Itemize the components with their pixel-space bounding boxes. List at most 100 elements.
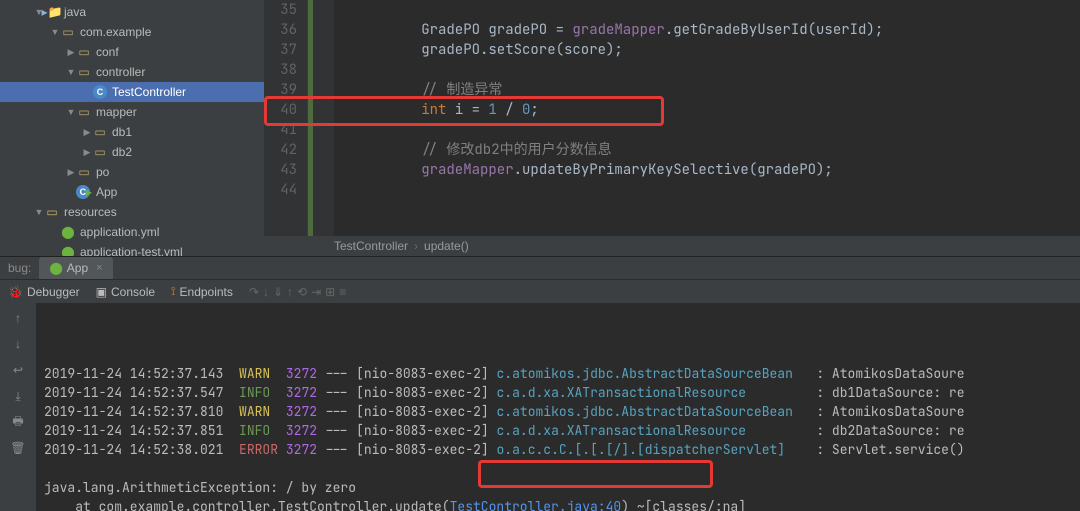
console-stack-frame: at com.example.controller.TestController… <box>44 497 1072 511</box>
folder-res-icon: ▭ <box>44 205 60 219</box>
folder-icon: ▸📁 <box>44 5 60 19</box>
tree-item-app[interactable]: C▶ App <box>0 182 264 202</box>
scroll-to-end-icon[interactable]: ⤓ <box>9 387 27 405</box>
console-left-toolbar: ↑ ↓ ↩ ⤓ 🖶 🗑 <box>0 303 36 511</box>
code-line[interactable]: GradePO gradePO = gradeMapper.getGradeBy… <box>354 20 1080 40</box>
debug-tabs: bug: ⬤ App × <box>0 257 1080 279</box>
console-exception: java.lang.ArithmeticException: / by zero <box>44 478 1072 497</box>
debug-panel: bug: ⬤ App × 🐞 Debugger ▣ Console ⟟ Endp… <box>0 256 1080 511</box>
evaluate-icon[interactable]: ⊞ <box>325 285 335 299</box>
step-into-icon[interactable]: ↓ <box>263 285 269 299</box>
tree-item-label: application.yml <box>80 225 159 239</box>
code-line[interactable]: gradeMapper.updateByPrimaryKeySelective(… <box>354 160 1080 180</box>
tree-item-controller[interactable]: ▼▭controller <box>0 62 264 82</box>
package-icon: ▭ <box>76 45 92 59</box>
tree-item-testcontroller[interactable]: CTestController <box>0 82 264 102</box>
console-row: 2019-11-24 14:52:37.851 INFO 3272 --- [n… <box>44 421 1072 440</box>
line-number[interactable]: 43 <box>264 160 297 180</box>
spring-icon: ⬤ <box>49 261 62 275</box>
scroll-up-icon[interactable]: ↑ <box>9 309 27 327</box>
more-icon[interactable]: ≡ <box>339 285 346 299</box>
close-icon[interactable]: × <box>96 262 102 274</box>
tree-item-mapper[interactable]: ▼▭ mapper <box>0 102 264 122</box>
package-icon: ▭ <box>76 65 92 79</box>
line-number[interactable]: 39 <box>264 80 297 100</box>
soft-wrap-icon[interactable]: ↩ <box>9 361 27 379</box>
debug-subtabs: 🐞 Debugger ▣ Console ⟟ Endpoints ↷ ↓ ⇓ ↑… <box>0 279 1080 303</box>
line-number[interactable]: 40 <box>264 100 297 120</box>
project-tree[interactable]: ▼ ▸📁 java ▼▭com.example▶▭conf▼▭controllerCT… <box>0 0 264 256</box>
debug-tab-label: App <box>67 261 88 275</box>
expand-arrow-icon[interactable]: ▶ <box>66 167 76 178</box>
code-line[interactable] <box>354 180 1080 200</box>
code-line[interactable] <box>354 120 1080 140</box>
step-out-icon[interactable]: ↑ <box>287 285 293 299</box>
tree-item-application-test-yml[interactable]: ⬤ application-test.yml <box>0 242 264 256</box>
tree-item-label: App <box>96 185 117 199</box>
line-number[interactable]: 37 <box>264 40 297 60</box>
expand-arrow-icon[interactable]: ▼ <box>34 207 44 217</box>
breadcrumb-method[interactable]: update() <box>424 239 469 253</box>
line-number[interactable]: 44 <box>264 180 297 200</box>
drop-frame-icon[interactable]: ⟲ <box>297 285 307 299</box>
expand-arrow-icon[interactable]: ▼ <box>66 67 76 77</box>
line-number[interactable]: 36 <box>264 20 297 40</box>
line-number[interactable]: 41 <box>264 120 297 140</box>
tree-item-label: resources <box>64 205 117 219</box>
class-run-icon: C▶ <box>76 185 92 199</box>
tree-item-label: TestController <box>112 85 186 99</box>
tree-item-label: application-test.yml <box>80 245 183 256</box>
scroll-down-icon[interactable]: ↓ <box>9 335 27 353</box>
breakpoint-gutter[interactable] <box>308 0 334 236</box>
expand-arrow-icon[interactable]: ▶ <box>82 147 92 158</box>
tree-item-java[interactable]: ▼▸📁java <box>0 2 264 22</box>
run-to-cursor-icon[interactable]: ⇥ <box>311 285 321 299</box>
tree-item-db2[interactable]: ▶▭db2 <box>0 142 264 162</box>
line-number[interactable]: 38 <box>264 60 297 80</box>
code-content[interactable]: GradePO gradePO = gradeMapper.getGradeBy… <box>334 0 1080 236</box>
breadcrumb-sep: › <box>414 239 418 253</box>
debug-tab-app[interactable]: ⬤ App × <box>39 257 112 279</box>
stack-link[interactable]: TestController.java:40 <box>450 498 622 511</box>
clear-icon[interactable]: 🗑 <box>9 439 27 457</box>
print-icon[interactable]: 🖶 <box>9 413 27 431</box>
subtab-console[interactable]: ▣ Console <box>88 281 163 303</box>
breadcrumb[interactable]: TestController › update() <box>264 236 1080 256</box>
expand-arrow-icon[interactable]: ▶ <box>82 127 92 138</box>
subtab-endpoints[interactable]: ⟟ Endpoints <box>163 280 241 303</box>
expand-arrow-icon[interactable]: ▼ <box>50 27 60 37</box>
tree-item-po[interactable]: ▶▭po <box>0 162 264 182</box>
code-line[interactable]: int i = 1 / 0; <box>354 100 1080 120</box>
line-number-gutter[interactable]: 35363738394041424344 <box>264 0 308 236</box>
code-line[interactable] <box>354 0 1080 20</box>
debug-actions: ↷ ↓ ⇓ ↑ ⟲ ⇥ ⊞ ≡ <box>249 285 346 299</box>
subtab-label: Debugger <box>27 285 80 299</box>
step-over-icon[interactable]: ↷ <box>249 285 259 299</box>
code-line[interactable]: // 修改db2中的用户分数信息 <box>354 140 1080 160</box>
package-icon: ▭ <box>60 25 76 39</box>
console-row: 2019-11-24 14:52:37.547 INFO 3272 --- [n… <box>44 383 1072 402</box>
subtab-debugger[interactable]: 🐞 Debugger <box>0 281 88 303</box>
tree-item-application-yml[interactable]: ⬤application.yml <box>0 222 264 242</box>
expand-arrow-icon[interactable]: ▶ <box>66 47 76 58</box>
tree-item-conf[interactable]: ▶▭conf <box>0 42 264 62</box>
force-step-icon[interactable]: ⇓ <box>273 285 283 299</box>
code-line[interactable]: // 制造异常 <box>354 80 1080 100</box>
expand-arrow-icon[interactable]: ▼ <box>66 107 76 117</box>
tree-item-label: java <box>64 5 86 19</box>
console-text[interactable]: 2019-11-24 14:52:37.143 WARN 3272 --- [n… <box>36 303 1080 511</box>
tree-item-db1[interactable]: ▶▭db1 <box>0 122 264 142</box>
yml-icon: ⬤ <box>60 245 76 256</box>
breadcrumb-class[interactable]: TestController <box>334 239 408 253</box>
code-line[interactable]: gradePO.setScore(score); <box>354 40 1080 60</box>
tree-item-resources[interactable]: ▼▭ resources <box>0 202 264 222</box>
tree-item-label: mapper <box>96 105 137 119</box>
package-icon: ▭ <box>76 105 92 119</box>
package-icon: ▭ <box>92 125 108 139</box>
code-line[interactable] <box>354 60 1080 80</box>
subtab-label: Endpoints <box>180 285 233 299</box>
line-number[interactable]: 35 <box>264 0 297 20</box>
subtab-label: Console <box>111 285 155 299</box>
line-number[interactable]: 42 <box>264 140 297 160</box>
tree-item-com-example[interactable]: ▼▭com.example <box>0 22 264 42</box>
